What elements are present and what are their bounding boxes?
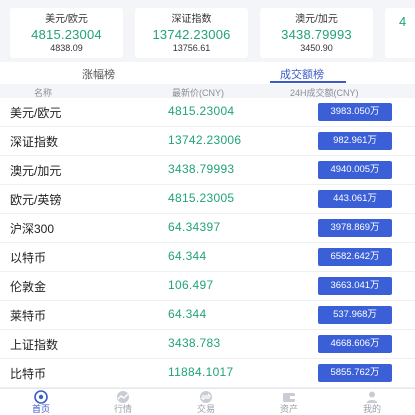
volume-button[interactable]: 537.968万 (318, 306, 392, 324)
tabbar-item-profile[interactable]: 我的 (347, 390, 397, 415)
volume-button[interactable]: 982.961万 (318, 132, 392, 150)
asset-price: 106.497 (168, 278, 214, 292)
table-row[interactable]: 以特币 64.344 6582.642万 (0, 243, 415, 272)
volume-button[interactable]: 3663.041万 (318, 277, 392, 295)
ticker-name: 澳元/加元 (295, 14, 338, 25)
asset-price: 13742.23006 (168, 133, 242, 147)
ticker-card[interactable]: 澳元/加元 3438.79993 3450.90 (260, 8, 373, 58)
ticker-card[interactable]: 4 (385, 8, 415, 58)
asset-name: 伦敦金 (10, 280, 47, 294)
ticker-price: 4815.23004 (31, 27, 102, 42)
assets-icon (283, 393, 295, 402)
tabbar-label: 首页 (31, 404, 50, 414)
volume-button[interactable]: 443.061万 (318, 190, 392, 208)
tabbar-label: 资产 (279, 404, 298, 414)
tabbar-item-trade[interactable]: 交易 (181, 390, 231, 415)
asset-name: 沪深300 (10, 222, 55, 236)
asset-price: 4815.23005 (168, 191, 235, 205)
asset-name: 美元/欧元 (10, 106, 62, 120)
asset-price: 64.344 (168, 307, 207, 321)
table-row[interactable]: 伦敦金 106.497 3663.041万 (0, 272, 415, 301)
tabbar-label: 我的 (362, 404, 381, 414)
asset-price: 64.344 (168, 249, 207, 263)
table-row[interactable]: 上证指数 3438.783 4668.606万 (0, 330, 415, 359)
tab-gainers[interactable]: 涨幅榜 (82, 66, 115, 82)
asset-price: 3438.79993 (168, 162, 235, 176)
ticker-card[interactable]: 美元/欧元 4815.23004 4838.09 (10, 8, 123, 58)
tabbar-item-assets[interactable]: 资产 (264, 390, 314, 415)
volume-button[interactable]: 4940.005万 (318, 161, 392, 179)
volume-button[interactable]: 5855.762万 (318, 364, 392, 382)
ticker-sub-price: 4838.09 (50, 43, 83, 53)
asset-name: 比特币 (10, 367, 47, 381)
column-header: 名称 最新价(CNY) 24H成交额(CNY) (0, 84, 415, 98)
asset-name: 澳元/加元 (10, 164, 62, 178)
table-row[interactable]: 莱特币 64.344 537.968万 (0, 301, 415, 330)
asset-name: 上证指数 (10, 338, 59, 352)
profile-icon (366, 391, 378, 403)
asset-price: 4815.23004 (168, 104, 235, 118)
tabbar-label: 交易 (196, 404, 215, 414)
home-icon (34, 390, 48, 404)
table-row[interactable]: 欧元/英镑 4815.23005 443.061万 (0, 185, 415, 214)
asset-name: 欧元/英镑 (10, 193, 62, 207)
ranking-tabs: 涨幅榜 成交额榜 (0, 62, 415, 84)
tabbar-item-market[interactable]: 行情 (98, 390, 148, 415)
tab-turnover[interactable]: 成交额榜 (280, 66, 324, 82)
volume-button[interactable]: 4668.606万 (318, 335, 392, 353)
ticker-price: 13742.23006 (152, 27, 231, 42)
ticker-sub-price: 3450.90 (300, 43, 333, 53)
bottom-tab-bar: 首页 行情 交易 资产 我的 (0, 388, 415, 415)
ticker-price: 3438.79993 (281, 27, 352, 42)
volume-button[interactable]: 3978.869万 (318, 219, 392, 237)
asset-price: 11884.1017 (168, 365, 234, 379)
table-row[interactable]: 沪深300 64.34397 3978.869万 (0, 214, 415, 243)
volume-button[interactable]: 6582.642万 (318, 248, 392, 266)
trade-icon (200, 391, 212, 403)
asset-name: 深证指数 (10, 135, 59, 149)
ticker-cards: 美元/欧元 4815.23004 4838.09 深证指数 13742.2300… (0, 0, 415, 62)
ticker-price: 4 (399, 14, 407, 29)
volume-button[interactable]: 3983.050万 (318, 103, 392, 121)
table-row[interactable]: 美元/欧元 4815.23004 3983.050万 (0, 98, 415, 127)
active-tab-indicator (270, 81, 346, 83)
ticker-card[interactable]: 深证指数 13742.23006 13756.61 (135, 8, 248, 58)
ticker-name: 深证指数 (171, 14, 212, 25)
market-icon (117, 391, 129, 403)
asset-price: 64.34397 (168, 220, 221, 234)
asset-name: 莱特币 (10, 309, 47, 323)
ticker-sub-price: 13756.61 (172, 43, 211, 53)
ticker-name: 美元/欧元 (45, 14, 88, 25)
tabbar-item-home[interactable]: 首页 (16, 390, 66, 415)
table-row[interactable]: 澳元/加元 3438.79993 4940.005万 (0, 156, 415, 185)
table-row[interactable]: 深证指数 13742.23006 982.961万 (0, 127, 415, 156)
asset-price: 3438.783 (168, 336, 221, 350)
table-row[interactable]: 比特币 11884.1017 5855.762万 (0, 359, 415, 388)
tabbar-label: 行情 (113, 404, 132, 414)
asset-name: 以特币 (10, 251, 47, 265)
